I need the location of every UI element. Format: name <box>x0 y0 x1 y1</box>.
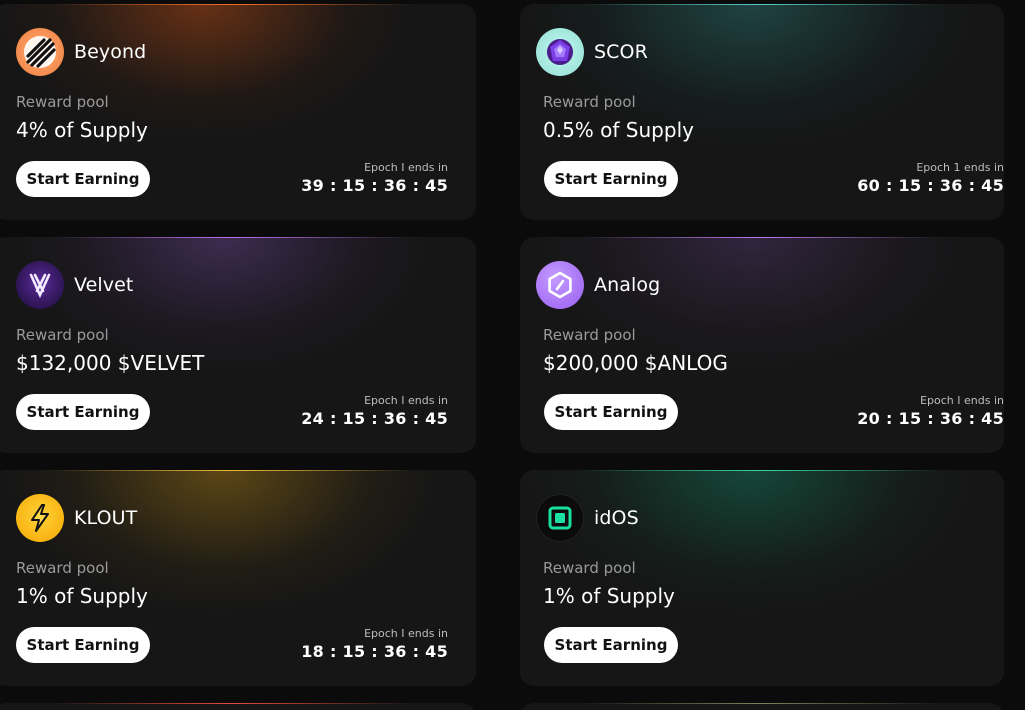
card-accent-line <box>52 470 412 471</box>
card-header: Velvet <box>16 261 133 309</box>
card-header: Analog <box>536 261 660 309</box>
reward-pool-value: 1% of Supply <box>543 584 675 608</box>
reward-pool-label: Reward pool <box>543 559 636 577</box>
card-accent-line <box>580 4 940 5</box>
epoch-countdown: Epoch I ends in 39 : 15 : 36 : 45 <box>301 161 448 197</box>
epoch-label: Epoch 1 ends in <box>916 161 1004 174</box>
card-header: KLOUT <box>16 494 137 542</box>
klout-lightning-icon <box>16 494 64 542</box>
card-accent-line <box>52 4 412 5</box>
epoch-label: Epoch I ends in <box>364 394 448 407</box>
epoch-countdown: Epoch I ends in 24 : 15 : 36 : 45 <box>301 394 448 430</box>
reward-pool-label: Reward pool <box>543 93 636 111</box>
card-accent-line <box>580 237 940 238</box>
epoch-label: Epoch I ends in <box>364 161 448 174</box>
reward-pool-value: 4% of Supply <box>16 118 148 142</box>
card-accent-line <box>580 470 940 471</box>
start-earning-button[interactable]: Start Earning <box>16 161 150 197</box>
campaign-grid: Beyond Reward pool 4% of Supply Start Ea… <box>0 0 1025 710</box>
campaign-card-beyond: Beyond Reward pool 4% of Supply Start Ea… <box>0 4 476 220</box>
campaign-card-partial-right <box>520 703 1004 710</box>
reward-pool-label: Reward pool <box>543 326 636 344</box>
project-name: SCOR <box>594 41 648 63</box>
scor-purple-gem-icon <box>536 28 584 76</box>
epoch-countdown: Epoch I ends in 20 : 15 : 36 : 45 <box>857 394 1004 430</box>
project-name: Velvet <box>74 274 134 296</box>
beyond-striped-sphere-icon <box>16 28 64 76</box>
countdown-timer: 20 : 15 : 36 : 45 <box>857 409 1004 428</box>
project-name: Beyond <box>74 41 147 63</box>
campaign-card-klout: KLOUT Reward pool 1% of Supply Start Ear… <box>0 470 476 686</box>
analog-hexagon-icon <box>536 261 584 309</box>
card-accent-line <box>52 237 412 238</box>
epoch-countdown: Epoch I ends in 18 : 15 : 36 : 45 <box>301 627 448 663</box>
reward-pool-label: Reward pool <box>16 559 109 577</box>
countdown-timer: 60 : 15 : 36 : 45 <box>857 176 1004 195</box>
project-name: Analog <box>594 274 661 296</box>
start-earning-button[interactable]: Start Earning <box>544 161 678 197</box>
reward-pool-value: 1% of Supply <box>16 584 148 608</box>
campaign-card-velvet: Velvet Reward pool $132,000 $VELVET Star… <box>0 237 476 453</box>
epoch-label: Epoch I ends in <box>364 627 448 640</box>
countdown-timer: 39 : 15 : 36 : 45 <box>301 176 448 195</box>
reward-pool-value: 0.5% of Supply <box>543 118 694 142</box>
card-header: SCOR <box>536 28 648 76</box>
epoch-label: Epoch I ends in <box>920 394 1004 407</box>
start-earning-button[interactable]: Start Earning <box>16 394 150 430</box>
start-earning-button[interactable]: Start Earning <box>16 627 150 663</box>
velvet-v-icon <box>16 261 64 309</box>
start-earning-button[interactable]: Start Earning <box>544 627 678 663</box>
start-earning-button[interactable]: Start Earning <box>544 394 678 430</box>
countdown-timer: 24 : 15 : 36 : 45 <box>301 409 448 428</box>
epoch-countdown: Epoch 1 ends in 60 : 15 : 36 : 45 <box>857 161 1004 197</box>
card-header: idOS <box>536 494 639 542</box>
campaign-card-partial-left <box>0 703 476 710</box>
idos-square-icon <box>536 494 584 542</box>
reward-pool-label: Reward pool <box>16 326 109 344</box>
campaign-card-idos: idOS Reward pool 1% of Supply Start Earn… <box>520 470 1004 686</box>
campaign-card-scor: SCOR Reward pool 0.5% of Supply Start Ea… <box>520 4 1004 220</box>
reward-pool-value: $200,000 $ANLOG <box>543 351 728 375</box>
reward-pool-value: $132,000 $VELVET <box>16 351 205 375</box>
project-name: idOS <box>594 507 639 529</box>
project-name: KLOUT <box>74 507 138 529</box>
campaign-card-analog: Analog Reward pool $200,000 $ANLOG Start… <box>520 237 1004 453</box>
card-header: Beyond <box>16 28 146 76</box>
reward-pool-label: Reward pool <box>16 93 109 111</box>
countdown-timer: 18 : 15 : 36 : 45 <box>301 642 448 661</box>
